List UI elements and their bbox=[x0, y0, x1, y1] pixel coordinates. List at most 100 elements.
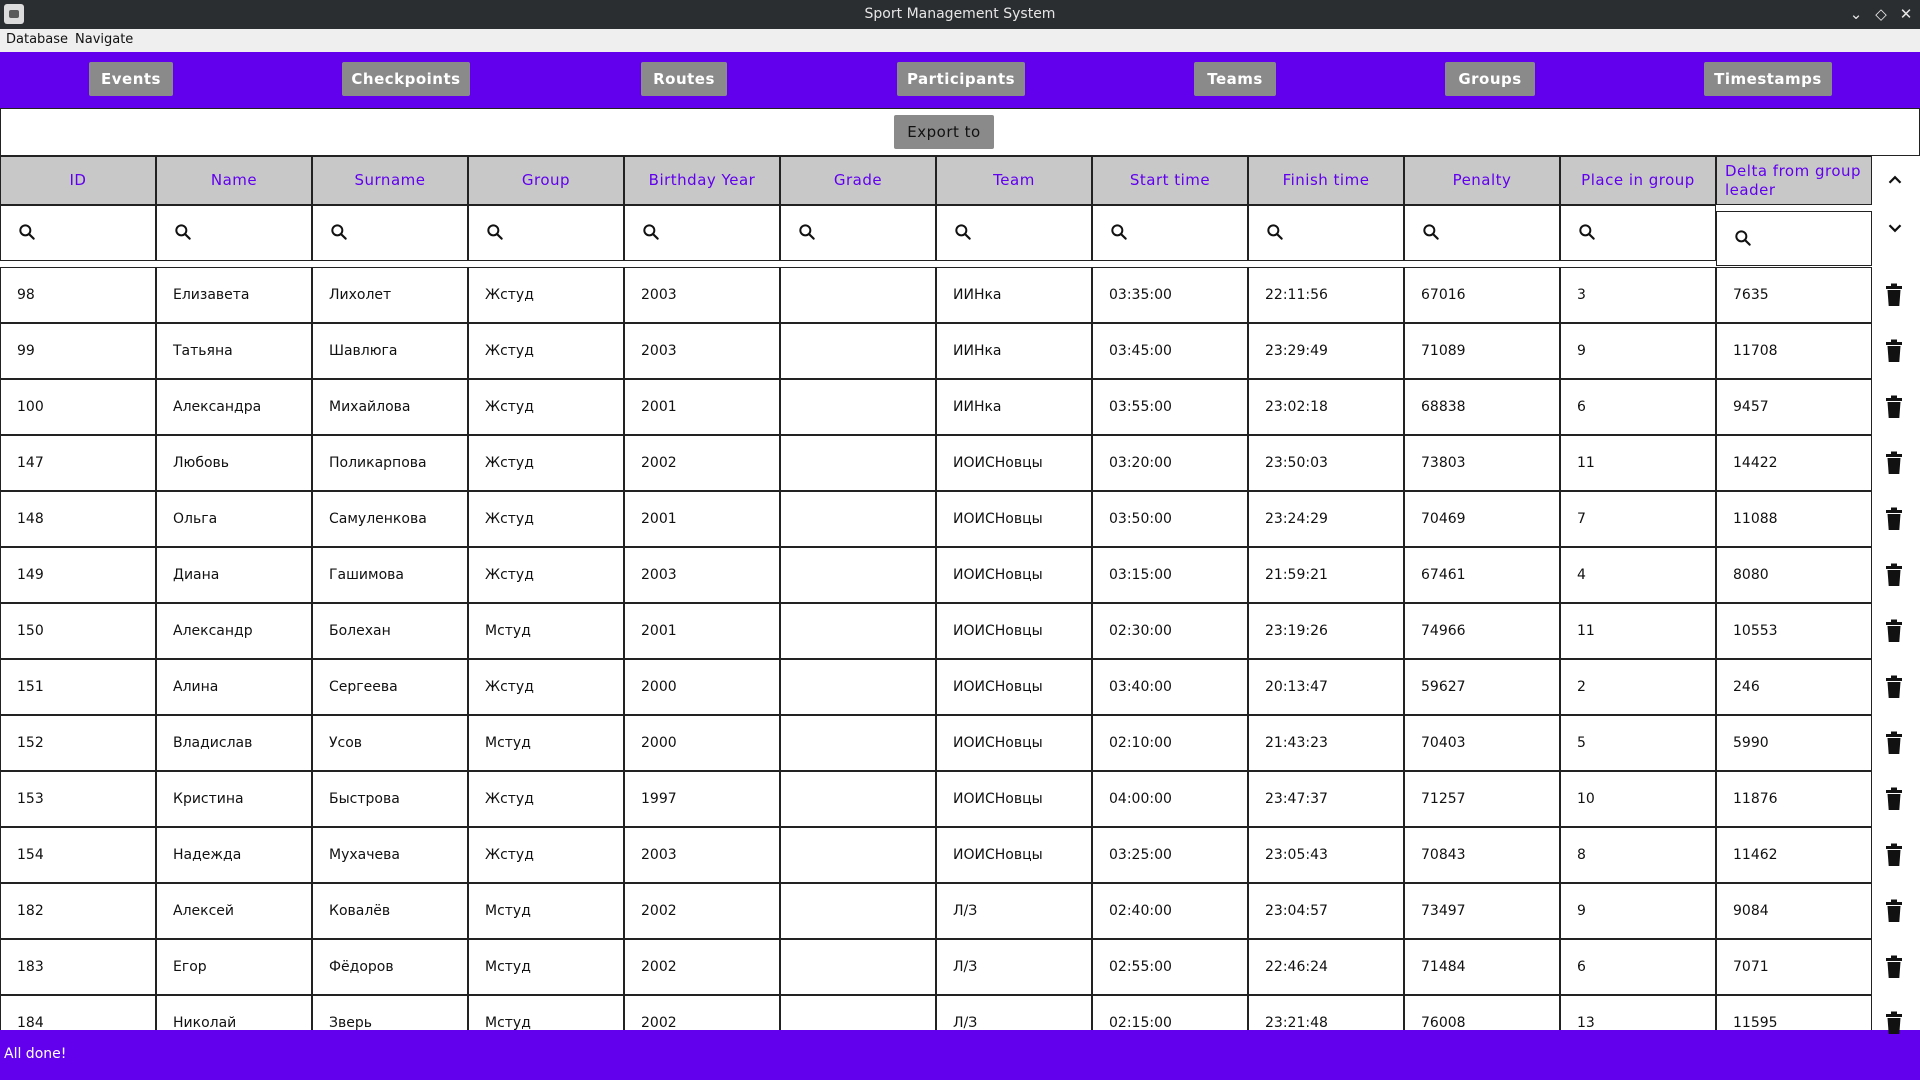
cell-finish-time[interactable]: 22:46:24 bbox=[1248, 939, 1404, 995]
cell-place-in-group[interactable]: 2 bbox=[1560, 659, 1716, 715]
minimize-icon[interactable]: ⌄ bbox=[1846, 4, 1866, 24]
filter-input-name[interactable] bbox=[197, 216, 297, 250]
cell-grade[interactable] bbox=[780, 547, 936, 603]
cell-finish-time[interactable]: 23:47:37 bbox=[1248, 771, 1404, 827]
cell-start-time[interactable]: 03:55:00 bbox=[1092, 379, 1248, 435]
cell-place-in-group[interactable]: 4 bbox=[1560, 547, 1716, 603]
cell-start-time[interactable]: 02:40:00 bbox=[1092, 883, 1248, 939]
delete-icon[interactable] bbox=[1884, 899, 1904, 923]
cell-start-time[interactable]: 03:20:00 bbox=[1092, 435, 1248, 491]
cell-id[interactable]: 147 bbox=[0, 435, 156, 491]
cell-place-in-group[interactable]: 5 bbox=[1560, 715, 1716, 771]
table-row[interactable]: 98 Елизавета Лихолет Жстуд 2003 ИИНка 03:35:00… bbox=[0, 267, 1872, 323]
cell-id[interactable]: 182 bbox=[0, 883, 156, 939]
column-header-team[interactable]: Team bbox=[936, 156, 1092, 205]
delete-icon[interactable] bbox=[1884, 955, 1904, 979]
cell-id[interactable]: 149 bbox=[0, 547, 156, 603]
cell-delta-from-leader[interactable]: 9084 bbox=[1716, 883, 1872, 939]
cell-grade[interactable] bbox=[780, 883, 936, 939]
cell-start-time[interactable]: 03:35:00 bbox=[1092, 267, 1248, 323]
cell-group[interactable]: Жстуд bbox=[468, 659, 624, 715]
delete-icon[interactable] bbox=[1884, 843, 1904, 867]
delete-icon[interactable] bbox=[1884, 1011, 1904, 1035]
cell-delta-from-leader[interactable]: 7635 bbox=[1716, 267, 1872, 323]
cell-place-in-group[interactable]: 6 bbox=[1560, 939, 1716, 995]
menu-navigate[interactable]: Navigate bbox=[75, 32, 133, 47]
cell-group[interactable]: Жстуд bbox=[468, 547, 624, 603]
cell-grade[interactable] bbox=[780, 939, 936, 995]
cell-group[interactable]: Жстуд bbox=[468, 491, 624, 547]
column-header-id[interactable]: ID bbox=[0, 156, 156, 205]
table-row[interactable]: 100 Александра Михайлова Жстуд 2001 ИИНка 03:5… bbox=[0, 379, 1872, 435]
cell-id[interactable]: 151 bbox=[0, 659, 156, 715]
cell-delta-from-leader[interactable]: 11088 bbox=[1716, 491, 1872, 547]
cell-name[interactable]: Александра bbox=[156, 379, 312, 435]
cell-grade[interactable] bbox=[780, 379, 936, 435]
cell-finish-time[interactable]: 23:02:18 bbox=[1248, 379, 1404, 435]
cell-birthday-year[interactable]: 1997 bbox=[624, 771, 780, 827]
cell-group[interactable]: Мстуд bbox=[468, 939, 624, 995]
cell-penalty[interactable]: 67461 bbox=[1404, 547, 1560, 603]
cell-penalty[interactable]: 74966 bbox=[1404, 603, 1560, 659]
cell-birthday-year[interactable]: 2003 bbox=[624, 547, 780, 603]
cell-id[interactable]: 99 bbox=[0, 323, 156, 379]
delete-icon[interactable] bbox=[1884, 451, 1904, 475]
cell-birthday-year[interactable]: 2000 bbox=[624, 659, 780, 715]
filter-input-id[interactable] bbox=[41, 216, 141, 250]
table-row[interactable]: 99 Татьяна Шавлюга Жстуд 2003 ИИНка 03:45:00 23… bbox=[0, 323, 1872, 379]
cell-id[interactable]: 153 bbox=[0, 771, 156, 827]
cell-delta-from-leader[interactable]: 9457 bbox=[1716, 379, 1872, 435]
cell-surname[interactable]: Болехан bbox=[312, 603, 468, 659]
cell-finish-time[interactable]: 21:59:21 bbox=[1248, 547, 1404, 603]
column-header-grade[interactable]: Grade bbox=[780, 156, 936, 205]
cell-birthday-year[interactable]: 2003 bbox=[624, 827, 780, 883]
cell-finish-time[interactable]: 20:13:47 bbox=[1248, 659, 1404, 715]
cell-name[interactable]: Владислав bbox=[156, 715, 312, 771]
delete-icon[interactable] bbox=[1884, 339, 1904, 363]
cell-name[interactable]: Николай bbox=[156, 995, 312, 1030]
cell-name[interactable]: Ольга bbox=[156, 491, 312, 547]
cell-delta-from-leader[interactable]: 5990 bbox=[1716, 715, 1872, 771]
cell-grade[interactable] bbox=[780, 827, 936, 883]
cell-start-time[interactable]: 03:15:00 bbox=[1092, 547, 1248, 603]
table-row[interactable]: 151 Алина Сергеева Жстуд 2000 ИОИСНовцы 03:40:… bbox=[0, 659, 1872, 715]
cell-penalty[interactable]: 71089 bbox=[1404, 323, 1560, 379]
delete-icon[interactable] bbox=[1884, 675, 1904, 699]
cell-penalty[interactable]: 71484 bbox=[1404, 939, 1560, 995]
cell-grade[interactable] bbox=[780, 715, 936, 771]
cell-delta-from-leader[interactable]: 246 bbox=[1716, 659, 1872, 715]
cell-team[interactable]: ИОИСНовцы bbox=[936, 827, 1092, 883]
cell-grade[interactable] bbox=[780, 995, 936, 1030]
cell-name[interactable]: Татьяна bbox=[156, 323, 312, 379]
cell-place-in-group[interactable]: 3 bbox=[1560, 267, 1716, 323]
cell-team[interactable]: ИИНка bbox=[936, 323, 1092, 379]
cell-name[interactable]: Егор bbox=[156, 939, 312, 995]
sort-up-icon[interactable] bbox=[1884, 169, 1906, 191]
cell-penalty[interactable]: 67016 bbox=[1404, 267, 1560, 323]
cell-group[interactable]: Жстуд bbox=[468, 379, 624, 435]
cell-id[interactable]: 148 bbox=[0, 491, 156, 547]
cell-start-time[interactable]: 04:00:00 bbox=[1092, 771, 1248, 827]
cell-id[interactable]: 150 bbox=[0, 603, 156, 659]
cell-grade[interactable] bbox=[780, 659, 936, 715]
filter-input-birthday-year[interactable] bbox=[665, 216, 765, 250]
filter-input-surname[interactable] bbox=[353, 216, 453, 250]
cell-start-time[interactable]: 03:40:00 bbox=[1092, 659, 1248, 715]
cell-birthday-year[interactable]: 2002 bbox=[624, 995, 780, 1030]
cell-id[interactable]: 152 bbox=[0, 715, 156, 771]
cell-penalty[interactable]: 59627 bbox=[1404, 659, 1560, 715]
cell-place-in-group[interactable]: 8 bbox=[1560, 827, 1716, 883]
table-row[interactable]: 152 Владислав Усов Мстуд 2000 ИОИСНовцы 02:10:… bbox=[0, 715, 1872, 771]
cell-start-time[interactable]: 03:45:00 bbox=[1092, 323, 1248, 379]
cell-group[interactable]: Мстуд bbox=[468, 715, 624, 771]
cell-surname[interactable]: Сергеева bbox=[312, 659, 468, 715]
cell-finish-time[interactable]: 23:19:26 bbox=[1248, 603, 1404, 659]
cell-finish-time[interactable]: 23:05:43 bbox=[1248, 827, 1404, 883]
cell-team[interactable]: Л/З bbox=[936, 939, 1092, 995]
cell-finish-time[interactable]: 23:24:29 bbox=[1248, 491, 1404, 547]
table-row[interactable]: 148 Ольга Самуленкова Жстуд 2001 ИОИСНовцы 03:… bbox=[0, 491, 1872, 547]
cell-delta-from-leader[interactable]: 11462 bbox=[1716, 827, 1872, 883]
cell-group[interactable]: Мстуд bbox=[468, 883, 624, 939]
cell-place-in-group[interactable]: 6 bbox=[1560, 379, 1716, 435]
cell-birthday-year[interactable]: 2001 bbox=[624, 491, 780, 547]
